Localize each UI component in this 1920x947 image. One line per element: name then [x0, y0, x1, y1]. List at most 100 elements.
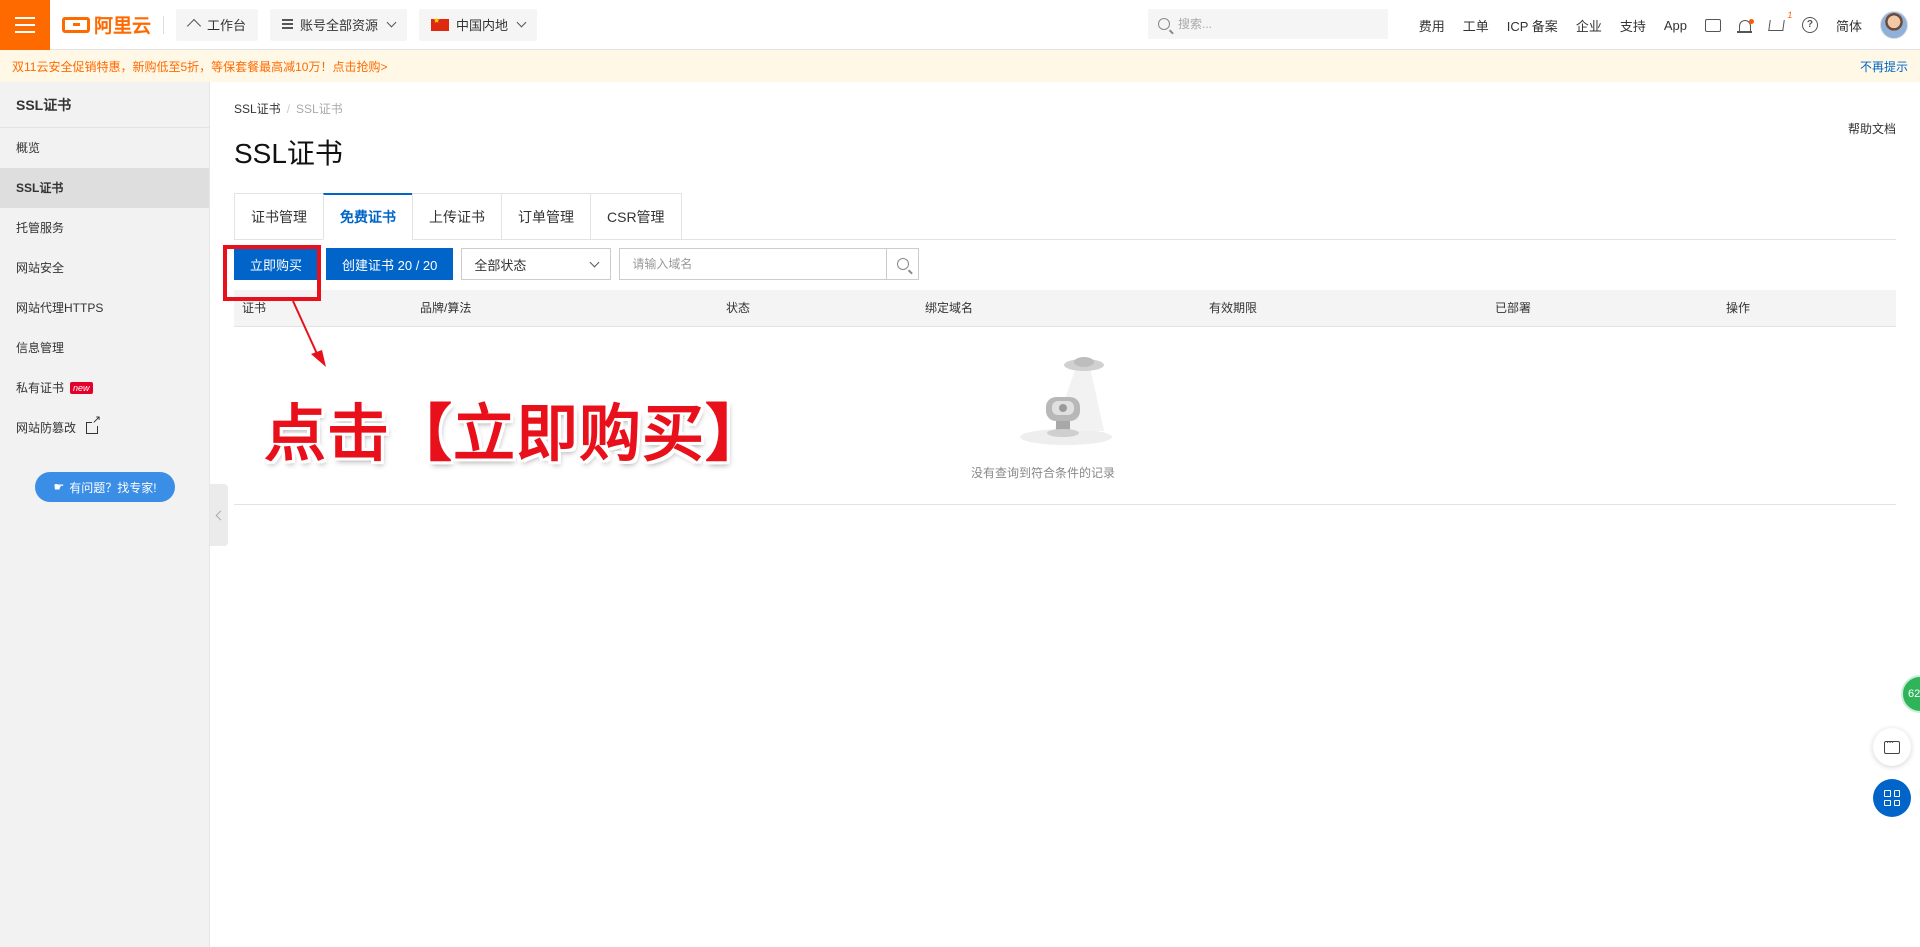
chevron-down-icon: [386, 17, 397, 28]
tab-order-management[interactable]: 订单管理: [501, 193, 590, 240]
sidebar-item-label: 信息管理: [16, 341, 65, 355]
promo-link[interactable]: 双11云安全促销特惠，新购低至5折，等保套餐最高减10万！点击抢购>: [12, 58, 388, 75]
top-link-billing[interactable]: 费用: [1419, 16, 1445, 35]
top-link-support[interactable]: 支持: [1620, 16, 1646, 35]
column-header-domain: 绑定域名: [925, 301, 974, 315]
apps-grid-icon: [1884, 790, 1900, 806]
divider: [163, 15, 165, 34]
china-flag-icon: [431, 16, 450, 31]
domain-search-button[interactable]: [886, 249, 918, 279]
sidebar-item-label: 托管服务: [16, 221, 65, 235]
column-header-cert: 证书: [242, 301, 267, 315]
hamburger-menu-button[interactable]: [0, 0, 50, 50]
chevron-left-icon: [215, 510, 226, 520]
column-header-actions: 操作: [1726, 301, 1751, 315]
terminal-icon[interactable]: [1704, 18, 1721, 32]
floating-apps-button[interactable]: [1873, 779, 1911, 817]
top-right-links: 费用 工单 ICP 备案 企业 支持 App 1 ? 简体: [1410, 0, 1920, 50]
promo-banner: 双11云安全促销特惠，新购低至5折，等保套餐最高减10万！点击抢购> 不再提示: [0, 50, 1920, 82]
chevron-down-icon: [589, 257, 600, 267]
top-link-app[interactable]: App: [1664, 18, 1687, 33]
search-icon: [1158, 18, 1170, 30]
create-cert-button[interactable]: 创建证书 20 / 20: [326, 248, 454, 280]
sidebar-item-tamper-protection[interactable]: 网站防篡改: [0, 408, 209, 448]
sidebar-item-label: 网站安全: [16, 261, 65, 275]
sidebar-item-website-security[interactable]: 网站安全: [0, 248, 209, 288]
domain-search: [619, 248, 920, 280]
cart-count-badge: 1: [1786, 9, 1794, 20]
tab-bar: 证书管理 免费证书 上传证书 订单管理 CSR管理: [234, 193, 1896, 240]
sidebar-title: SSL证书: [0, 82, 209, 128]
ask-expert-label: 有问题？找专家!: [69, 480, 157, 495]
chevron-down-icon: [516, 17, 527, 28]
avatar[interactable]: [1880, 11, 1908, 39]
buy-now-button[interactable]: 立即购买: [234, 248, 319, 280]
region-label: 中国内地: [456, 18, 509, 33]
help-doc-link[interactable]: 帮助文档: [1848, 120, 1896, 137]
pointer-hand-icon: ☛: [53, 480, 65, 494]
sidebar-item-label: SSL证书: [16, 181, 64, 195]
sidebar-item-managed-service[interactable]: 托管服务: [0, 208, 209, 248]
sidebar-item-label: 网站防篡改: [16, 421, 77, 435]
region-dropdown[interactable]: 中国内地: [419, 8, 538, 41]
external-link-icon: [86, 415, 102, 434]
ask-expert-button[interactable]: ☛ 有问题？找专家!: [35, 472, 175, 502]
tab-upload-cert[interactable]: 上传证书: [412, 193, 501, 240]
sidebar-item-label: 概览: [16, 141, 41, 155]
sidebar-item-private-cert[interactable]: 私有证书 new: [0, 368, 209, 408]
sidebar-item-https-proxy[interactable]: 网站代理HTTPS: [0, 288, 209, 328]
aliyun-logo-icon: [62, 16, 90, 33]
bell-icon[interactable]: [1736, 18, 1754, 33]
language-switch[interactable]: 简体: [1836, 16, 1862, 35]
help-icon[interactable]: ?: [1801, 17, 1818, 33]
sidebar-item-ssl-cert[interactable]: SSL证书: [0, 168, 209, 208]
logo-text: 阿里云: [94, 16, 152, 37]
top-navbar: 阿里云 工作台 账号全部资源 中国内地 费用 工单 ICP 备案 企业 支持 A…: [0, 0, 1920, 50]
floating-chat-button[interactable]: [1873, 728, 1911, 766]
status-select[interactable]: 全部状态: [461, 248, 612, 280]
table-header: 证书 品牌/算法 状态 绑定域名 有效期限 已部署 操作: [234, 290, 1896, 327]
tab-csr-management[interactable]: CSR管理: [590, 193, 682, 240]
top-link-ticket[interactable]: 工单: [1463, 16, 1489, 35]
resources-label: 账号全部资源: [300, 18, 379, 33]
sidebar-collapse-handle[interactable]: [210, 484, 228, 546]
empty-ufo-illustration: [1020, 357, 1112, 445]
breadcrumb: SSL证书 / SSL证书: [234, 100, 343, 117]
home-icon: [188, 19, 200, 30]
global-search[interactable]: [1148, 9, 1388, 39]
resources-dropdown[interactable]: 账号全部资源: [270, 8, 408, 41]
column-header-deployed: 已部署: [1495, 301, 1532, 315]
tab-cert-management[interactable]: 证书管理: [234, 193, 323, 240]
resource-stack-icon: [282, 19, 294, 30]
tab-free-cert[interactable]: 免费证书: [323, 193, 412, 240]
top-link-icp[interactable]: ICP 备案: [1507, 16, 1558, 35]
top-link-enterprise[interactable]: 企业: [1576, 16, 1602, 35]
promo-dismiss-link[interactable]: 不再提示: [1860, 58, 1908, 75]
search-icon: [896, 258, 909, 270]
floating-score-badge[interactable]: 62: [1901, 675, 1920, 713]
status-select-value: 全部状态: [474, 257, 527, 273]
workbench-label: 工作台: [207, 18, 247, 33]
breadcrumb-item[interactable]: SSL证书: [234, 102, 281, 116]
domain-search-input[interactable]: [620, 249, 887, 279]
toolbar: 立即购买 创建证书 20 / 20 全部状态: [234, 248, 920, 280]
page-title: SSL证书: [234, 138, 343, 169]
chat-icon: [1884, 737, 1900, 754]
annotation-label: 点击【立即购买】: [264, 397, 769, 470]
aliyun-logo[interactable]: 阿里云: [62, 11, 151, 38]
sidebar-item-label: 私有证书: [16, 381, 65, 395]
breadcrumb-separator: /: [286, 102, 291, 116]
cart-icon[interactable]: 1: [1768, 10, 1793, 31]
workbench-button[interactable]: 工作台: [176, 8, 259, 41]
column-header-validity: 有效期限: [1209, 301, 1258, 315]
new-badge: new: [70, 382, 93, 394]
column-header-brand: 品牌/算法: [420, 301, 472, 315]
sidebar-item-info-management[interactable]: 信息管理: [0, 328, 209, 368]
notification-dot: [1748, 18, 1754, 24]
sidebar: SSL证书 概览 SSL证书 托管服务 网站安全 网站代理HTTPS 信息管理 …: [0, 82, 210, 947]
sidebar-item-overview[interactable]: 概览: [0, 128, 209, 168]
sidebar-item-label: 网站代理HTTPS: [16, 301, 104, 315]
global-search-input[interactable]: [1178, 17, 1368, 31]
column-header-status: 状态: [726, 301, 751, 315]
breadcrumb-current: SSL证书: [296, 102, 343, 116]
